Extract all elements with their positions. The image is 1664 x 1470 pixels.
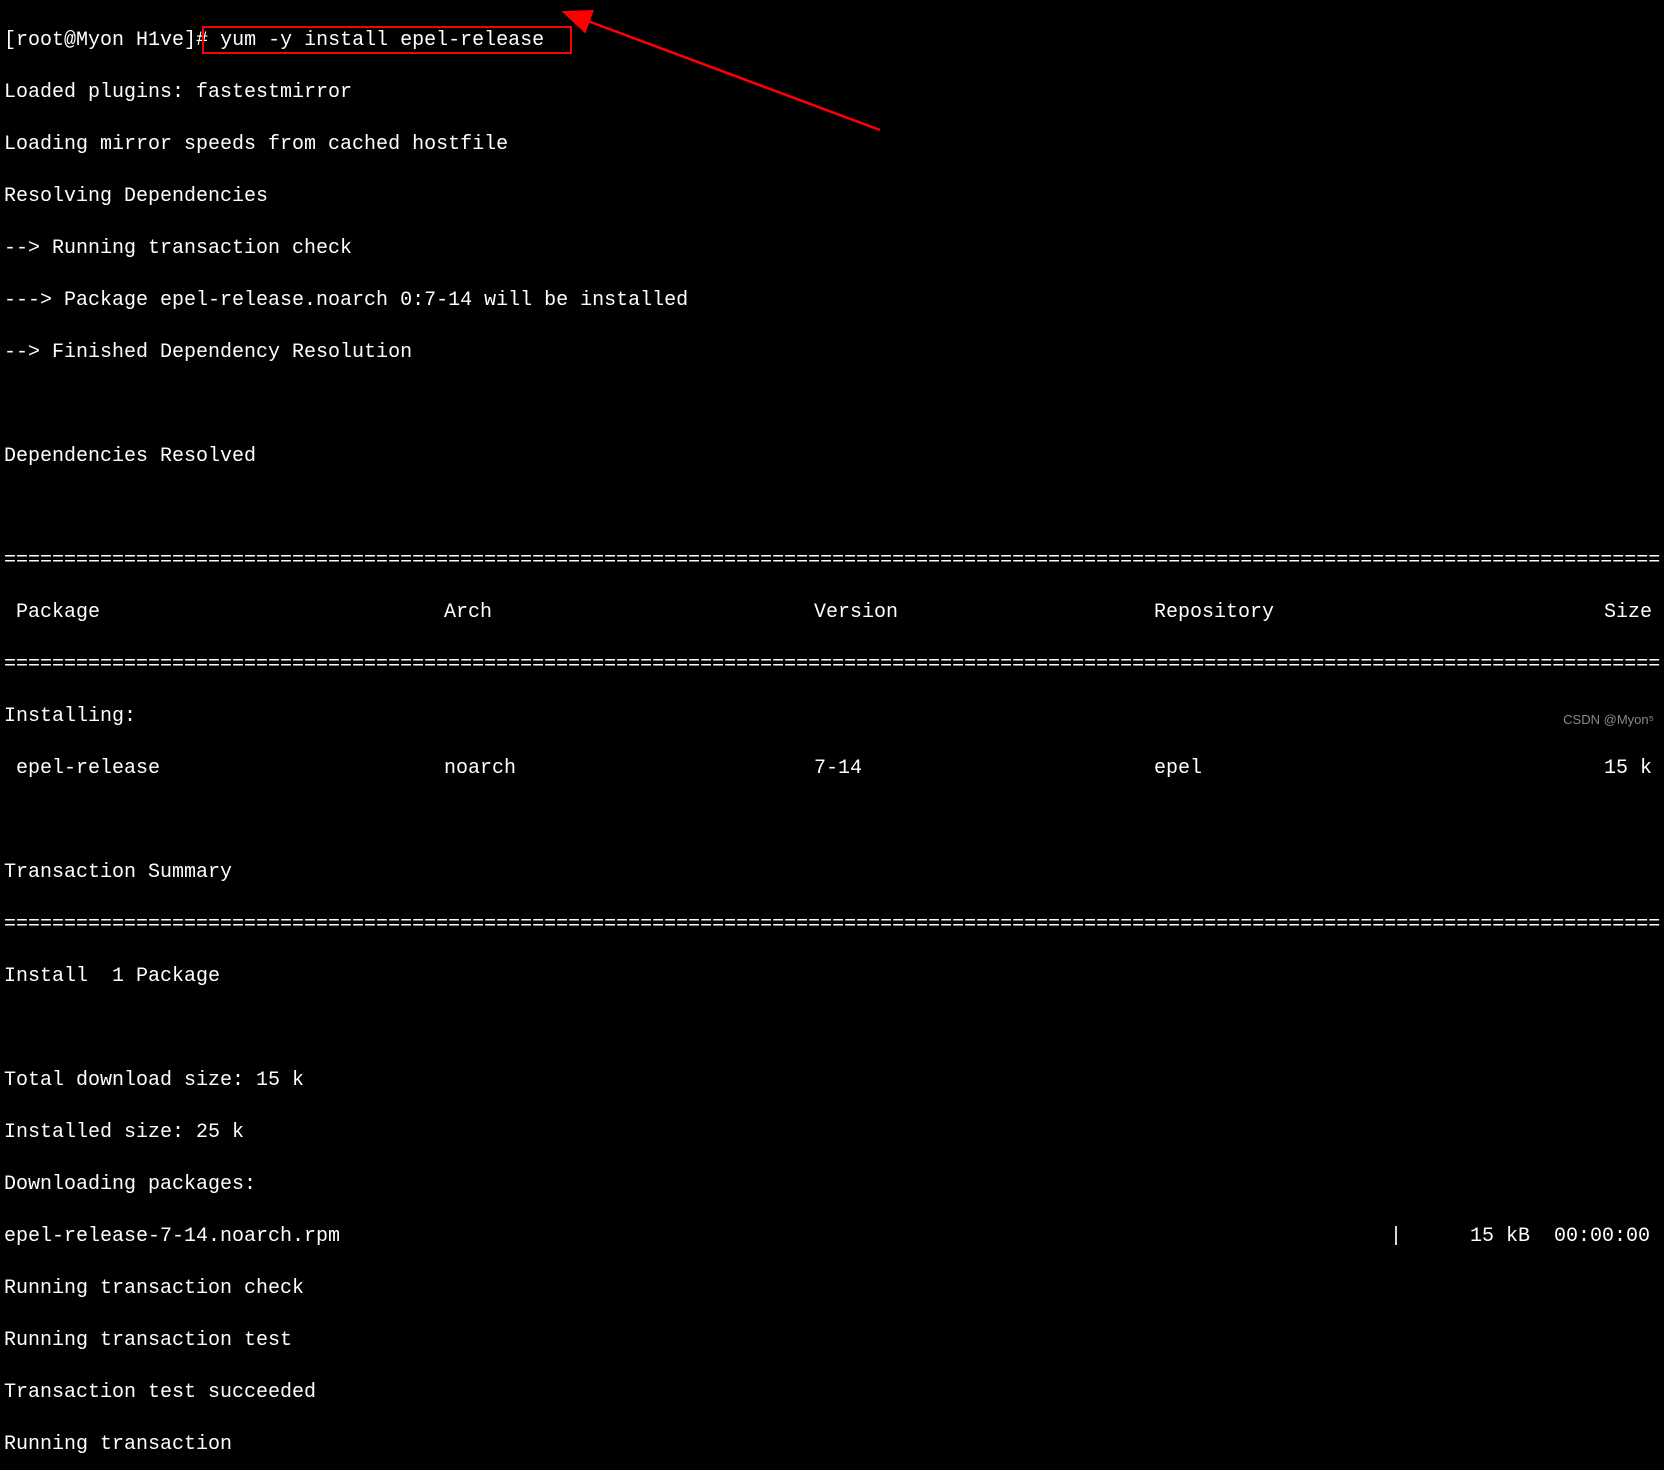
output-line: Resolving Dependencies	[4, 184, 1660, 210]
cell-package: epel-release	[4, 756, 444, 782]
download-progress-row: epel-release-7-14.noarch.rpm|15 kB00:00:…	[4, 1224, 1660, 1250]
summary-installed-size: Installed size: 25 k	[4, 1120, 1660, 1146]
table-section: Installing:	[4, 704, 1660, 730]
cell-arch: noarch	[444, 756, 814, 782]
header-version: Version	[814, 600, 1154, 626]
rpm-name: epel-release-7-14.noarch.rpm	[4, 1224, 1390, 1250]
header-arch: Arch	[444, 600, 814, 626]
command-prompt-line: [root@Myon H1ve]# yum -y install epel-re…	[4, 28, 1660, 54]
transaction-test: Running transaction test	[4, 1328, 1660, 1354]
shell-command[interactable]: yum -y install epel-release	[220, 29, 544, 52]
summary-install: Install 1 Package	[4, 964, 1660, 990]
cell-size: 15 k	[1524, 756, 1660, 782]
output-line	[4, 392, 1660, 418]
header-package: Package	[4, 600, 444, 626]
watermark-text: CSDN @Myon⁵	[1563, 712, 1654, 729]
table-header-row: PackageArchVersionRepositorySize	[4, 600, 1660, 626]
output-line	[4, 808, 1660, 834]
terminal-output: [root@Myon H1ve]# yum -y install epel-re…	[4, 2, 1660, 1470]
rpm-time: 00:00:00	[1530, 1224, 1660, 1250]
output-line: ---> Package epel-release.noarch 0:7-14 …	[4, 288, 1660, 314]
output-line: Loaded plugins: fastestmirror	[4, 80, 1660, 106]
cell-version: 7-14	[814, 756, 1154, 782]
output-line	[4, 1016, 1660, 1042]
header-size: Size	[1524, 600, 1660, 626]
rpm-size: 15 kB	[1430, 1224, 1530, 1250]
table-divider: ========================================…	[4, 912, 1660, 938]
output-line: Loading mirror speeds from cached hostfi…	[4, 132, 1660, 158]
table-divider: ========================================…	[4, 652, 1660, 678]
table-row: epel-releasenoarch7-14epel15 k	[4, 756, 1660, 782]
transaction-succeeded: Transaction test succeeded	[4, 1380, 1660, 1406]
output-line: --> Running transaction check	[4, 236, 1660, 262]
output-line: Dependencies Resolved	[4, 444, 1660, 470]
table-divider: ========================================…	[4, 548, 1660, 574]
header-repo: Repository	[1154, 600, 1524, 626]
transaction-running: Running transaction	[4, 1432, 1660, 1458]
summary-download-size: Total download size: 15 k	[4, 1068, 1660, 1094]
transaction-check: Running transaction check	[4, 1276, 1660, 1302]
summary-title: Transaction Summary	[4, 860, 1660, 886]
output-line	[4, 496, 1660, 522]
output-line: --> Finished Dependency Resolution	[4, 340, 1660, 366]
progress-bar: |	[1390, 1224, 1430, 1250]
shell-prompt[interactable]: [root@Myon H1ve]#	[4, 29, 208, 52]
cell-repo: epel	[1154, 756, 1524, 782]
summary-downloading: Downloading packages:	[4, 1172, 1660, 1198]
